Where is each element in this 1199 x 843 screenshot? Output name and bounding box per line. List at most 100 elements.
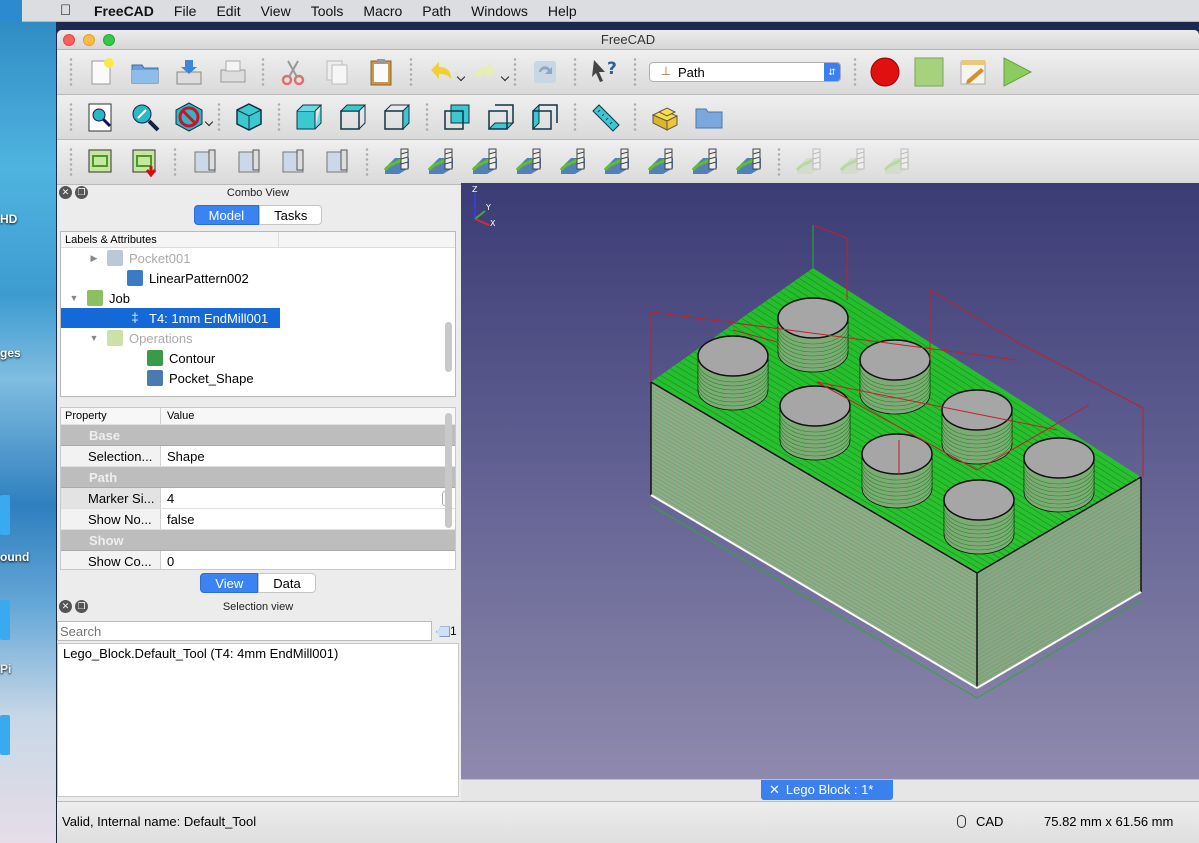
drilling-button[interactable] xyxy=(556,145,590,179)
tree-item[interactable]: ▼ Job xyxy=(61,288,455,308)
tree-item[interactable]: Contour xyxy=(61,348,455,368)
path-job-button[interactable] xyxy=(84,145,118,179)
menu-help[interactable]: Help xyxy=(548,3,577,19)
measure-distance-button[interactable] xyxy=(588,100,622,134)
property-row[interactable]: Selection... Shape xyxy=(61,446,455,467)
zoom-window-button[interactable] xyxy=(103,34,115,46)
toolbar-grip[interactable] xyxy=(69,57,73,87)
menu-tools[interactable]: Tools xyxy=(311,3,344,19)
menu-edit[interactable]: Edit xyxy=(216,3,240,19)
fit-selection-button[interactable] xyxy=(128,100,162,134)
tab-view[interactable]: View xyxy=(200,573,259,593)
slot-button[interactable] xyxy=(880,145,914,179)
new-document-button[interactable] xyxy=(84,55,118,89)
adaptive-button[interactable] xyxy=(644,145,678,179)
cut-button[interactable] xyxy=(276,55,310,89)
navigation-style-button[interactable]: CAD xyxy=(957,814,1003,829)
toolbar-grip[interactable] xyxy=(633,102,637,132)
tab-model[interactable]: Model xyxy=(193,205,260,225)
top-view-button[interactable] xyxy=(336,100,370,134)
tree-item[interactable]: ‡ T4: 1mm EndMill001 xyxy=(61,308,280,328)
undo-button[interactable] xyxy=(424,55,458,89)
workbench-selector[interactable]: ⊥ Path ⇵ xyxy=(649,62,841,82)
deburr-button[interactable] xyxy=(732,145,766,179)
toolbar-grip[interactable] xyxy=(573,57,577,87)
whats-this-button[interactable]: ? xyxy=(588,55,622,89)
close-tab-icon[interactable]: ✕ xyxy=(769,782,780,797)
tab-data[interactable]: Data xyxy=(258,573,316,593)
execute-macro-button[interactable] xyxy=(1000,55,1034,89)
toolbar-grip[interactable] xyxy=(69,102,73,132)
toolbar-grip[interactable] xyxy=(69,147,73,177)
toolbar-grip[interactable] xyxy=(217,102,221,132)
menu-macro[interactable]: Macro xyxy=(363,3,402,19)
close-window-button[interactable] xyxy=(63,34,75,46)
toolbar-grip[interactable] xyxy=(777,147,781,177)
expand-right-icon[interactable]: ▶ xyxy=(89,253,99,264)
menu-app[interactable]: FreeCAD xyxy=(94,3,154,19)
pocket-3d-button[interactable] xyxy=(468,145,502,179)
tool-bits-button[interactable] xyxy=(276,145,310,179)
toolbar-grip[interactable] xyxy=(409,57,413,87)
3d-viewport[interactable]: Z Y X xyxy=(461,183,1199,779)
float-panel-button[interactable]: ❐ xyxy=(75,600,88,613)
document-tab[interactable]: ✕ Lego Block : 1* xyxy=(761,780,893,800)
toolbar-grip[interactable] xyxy=(277,102,281,132)
tree-item[interactable]: ▶ Pocket001 xyxy=(61,248,455,268)
post-process-button[interactable] xyxy=(128,145,162,179)
copy-button[interactable] xyxy=(320,55,354,89)
selection-item[interactable]: Lego_Block.Default_Tool (T4: 4mm EndMill… xyxy=(63,646,453,661)
bottom-view-button[interactable] xyxy=(484,100,518,134)
clear-search-button[interactable]: 1 xyxy=(434,621,459,641)
menu-path[interactable]: Path xyxy=(422,3,451,19)
expand-down-icon[interactable]: ▼ xyxy=(69,293,79,303)
apple-menu-icon[interactable]:  xyxy=(60,2,74,19)
face-mill-button[interactable] xyxy=(512,145,546,179)
vcarve-button[interactable] xyxy=(792,145,826,179)
toolbar-grip[interactable] xyxy=(853,57,857,87)
property-group[interactable]: Base xyxy=(61,425,455,446)
stock-button[interactable] xyxy=(320,145,354,179)
close-panel-button[interactable]: ✕ xyxy=(59,186,72,199)
pocket-shape-button[interactable] xyxy=(424,145,458,179)
toolbar-grip[interactable] xyxy=(513,57,517,87)
open-document-button[interactable] xyxy=(128,55,162,89)
property-row[interactable]: Show Co... 0 xyxy=(61,551,455,569)
create-group-button[interactable] xyxy=(692,100,726,134)
tab-tasks[interactable]: Tasks xyxy=(259,205,323,225)
tree-item[interactable]: ▼ Operations xyxy=(61,328,455,348)
tool-library-button[interactable] xyxy=(232,145,266,179)
property-row[interactable]: Marker Si...4▴▾ xyxy=(61,488,455,509)
property-value[interactable]: 0 xyxy=(161,551,455,569)
tree-item[interactable]: LinearPattern002 xyxy=(61,268,455,288)
save-document-button[interactable] xyxy=(172,55,206,89)
isometric-view-button[interactable] xyxy=(232,100,266,134)
toolbar-grip[interactable] xyxy=(365,147,369,177)
menu-file[interactable]: File xyxy=(174,3,197,19)
redo-button[interactable] xyxy=(468,55,502,89)
property-scrollbar[interactable] xyxy=(445,413,452,528)
desktop-icon[interactable] xyxy=(0,715,10,755)
selection-search-input[interactable] xyxy=(57,621,432,641)
expand-down-icon[interactable]: ▼ xyxy=(89,333,99,343)
create-part-button[interactable] xyxy=(648,100,682,134)
tree-scrollbar[interactable] xyxy=(445,322,452,372)
waterline-button[interactable] xyxy=(836,145,870,179)
property-group[interactable]: Show xyxy=(61,530,455,551)
property-value[interactable]: Shape xyxy=(161,446,455,466)
menu-extra-icon[interactable] xyxy=(0,0,22,22)
property-value[interactable]: false xyxy=(161,509,455,529)
tool-controller-button[interactable] xyxy=(188,145,222,179)
property-row[interactable]: Show No... false xyxy=(61,509,455,530)
toolbar-grip[interactable] xyxy=(633,57,637,87)
print-button[interactable] xyxy=(216,55,250,89)
helix-button[interactable] xyxy=(688,145,722,179)
toolbar-grip[interactable] xyxy=(573,102,577,132)
front-view-button[interactable] xyxy=(292,100,326,134)
desktop-icon[interactable] xyxy=(0,495,10,535)
stop-macro-button[interactable] xyxy=(912,55,946,89)
left-view-button[interactable] xyxy=(528,100,562,134)
right-view-button[interactable] xyxy=(380,100,414,134)
property-group[interactable]: Path xyxy=(61,467,455,488)
property-value[interactable]: 4▴▾ xyxy=(161,488,455,508)
